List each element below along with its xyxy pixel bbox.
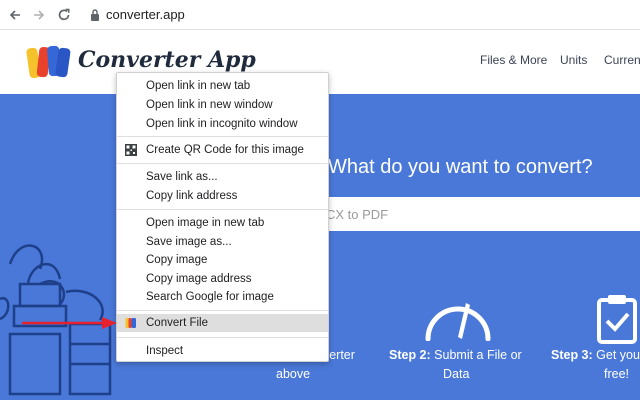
address-bar[interactable]: converter.app [106, 7, 185, 22]
step-2-line2: Data [443, 367, 470, 381]
menu-inspect[interactable]: Inspect [117, 342, 328, 360]
menu-search-google-image[interactable]: Search Google for image [117, 288, 328, 306]
menu-copy-link-address[interactable]: Copy link address [117, 187, 328, 205]
plant-illustration [0, 244, 112, 396]
logo-icon[interactable] [26, 44, 72, 80]
menu-separator [117, 209, 328, 210]
menu-save-image-as[interactable]: Save image as... [117, 233, 328, 251]
nav-units[interactable]: Units [560, 53, 587, 67]
menu-create-qr-code[interactable]: Create QR Code for this image [117, 141, 328, 159]
menu-convert-file[interactable]: Convert File [117, 314, 328, 332]
search-box[interactable] [320, 197, 640, 231]
speedometer-icon [425, 303, 491, 341]
menu-copy-image[interactable]: Copy image [117, 251, 328, 269]
menu-open-link-incognito[interactable]: Open link in incognito window [117, 115, 328, 133]
nav-files-more[interactable]: Files & More [480, 53, 547, 67]
menu-save-link-as[interactable]: Save link as... [117, 168, 328, 186]
convert-search-input[interactable] [320, 197, 640, 231]
menu-separator [117, 163, 328, 164]
reload-icon[interactable] [55, 6, 73, 24]
qr-code-icon [125, 144, 137, 156]
menu-open-image-new-tab[interactable]: Open image in new tab [117, 214, 328, 232]
menu-separator [117, 136, 328, 137]
menu-open-link-new-window[interactable]: Open link in new window [117, 96, 328, 114]
nav-currency[interactable]: Curren [604, 53, 640, 67]
menu-copy-image-address[interactable]: Copy image address [117, 270, 328, 288]
step-2-text: Step 2: Submit a File or [389, 348, 522, 362]
menu-convert-file-label: Convert File [146, 317, 208, 329]
logo-text[interactable]: Converter App [78, 47, 256, 73]
red-arrow-icon [22, 317, 117, 329]
back-icon[interactable] [6, 6, 24, 24]
forward-icon[interactable] [30, 6, 48, 24]
step-3-text: Step 3: Get you [551, 348, 640, 362]
context-menu: Open link in new tab Open link in new wi… [116, 72, 329, 362]
step-3-line2: free! [604, 367, 630, 381]
browser-toolbar: converter.app [0, 0, 640, 30]
menu-create-qr-code-label: Create QR Code for this image [146, 144, 304, 156]
step-1-line2: above [276, 367, 311, 381]
hero-title: What do you want to convert? [328, 156, 593, 178]
converter-app-icon [125, 318, 136, 328]
menu-open-link-new-tab[interactable]: Open link in new tab [117, 77, 328, 95]
lock-icon [91, 9, 99, 21]
menu-separator [117, 337, 328, 338]
clipboard-check-icon [597, 295, 637, 344]
menu-separator [117, 310, 328, 311]
